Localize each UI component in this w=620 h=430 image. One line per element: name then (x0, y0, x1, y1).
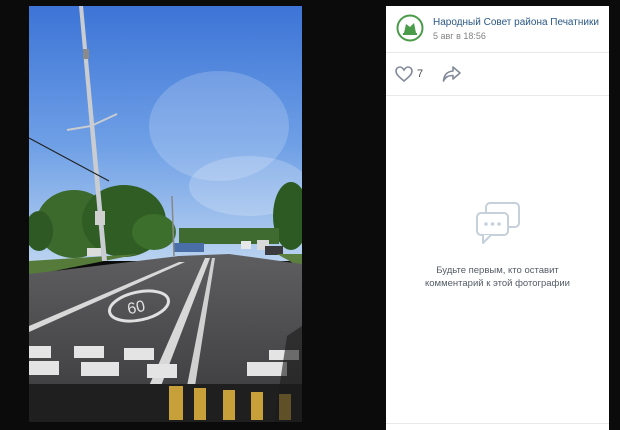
author-row: Народный Совет района Печатники 5 авг в … (386, 6, 609, 53)
empty-comments-text: Будьте первым, кто оставит комментарий к… (386, 264, 609, 290)
empty-comments-line-2: комментарий к этой фотографии (425, 278, 570, 289)
comments-icon (475, 202, 520, 244)
like-count: 7 (417, 68, 424, 80)
group-logo-icon (396, 14, 424, 42)
comment-input-area[interactable] (386, 423, 609, 430)
author-name-link[interactable]: Народный Совет района Печатники (433, 17, 599, 28)
photo[interactable]: 60 (29, 6, 302, 422)
share-icon (442, 66, 461, 82)
group-avatar[interactable] (396, 14, 424, 42)
photo-side-panel: Народный Совет района Печатники 5 авг в … (386, 6, 609, 430)
empty-comments-block: Будьте первым, кто оставит комментарий к… (386, 201, 609, 290)
like-button[interactable]: 7 (395, 64, 423, 84)
actions-row: 7 (386, 53, 609, 96)
svg-text:60: 60 (126, 298, 147, 318)
heart-icon (395, 66, 413, 82)
photo-viewer: 60 Народный Совет района Печатники 5 авг… (0, 0, 620, 430)
empty-comments-line-1: Будьте первым, кто оставит (436, 265, 559, 276)
share-button[interactable] (442, 65, 462, 83)
post-date[interactable]: 5 авг в 18:56 (433, 31, 486, 41)
